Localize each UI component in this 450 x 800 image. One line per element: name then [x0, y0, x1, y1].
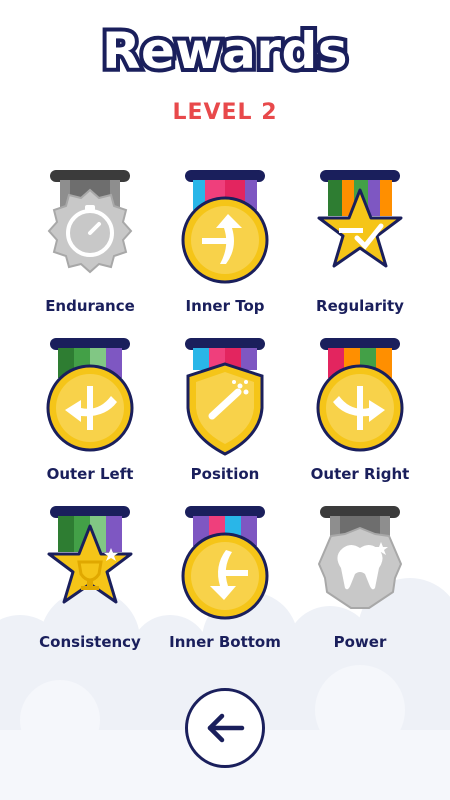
medal-inner-top[interactable]: Inner Top: [160, 168, 290, 328]
medal-label: Inner Bottom: [169, 633, 281, 651]
back-button[interactable]: [185, 688, 265, 768]
medal-label: Consistency: [39, 633, 141, 651]
medal-label: Power: [333, 633, 387, 651]
toothbrush-icon: [185, 338, 265, 456]
arrow-left-icon: [46, 338, 134, 452]
trophy-icon: [47, 506, 133, 604]
medal-power[interactable]: Power: [295, 504, 425, 664]
medal-outer-right[interactable]: Outer Right: [295, 336, 425, 496]
arrow-left-icon: [207, 713, 245, 743]
medal-endurance[interactable]: Endurance: [25, 168, 155, 328]
medal-label: Regularity: [316, 297, 404, 315]
checkmark-icon: [317, 170, 403, 268]
medal-label: Endurance: [45, 297, 135, 315]
page-title: Rewards: [98, 18, 352, 84]
arrow-up-icon: [181, 170, 269, 284]
medal-label: Outer Right: [310, 465, 410, 483]
arrow-down-icon: [181, 506, 269, 620]
medal-position[interactable]: Position: [160, 336, 290, 496]
medal-outer-left[interactable]: Outer Left: [25, 336, 155, 496]
medal-consistency[interactable]: Consistency: [25, 504, 155, 664]
medal-label: Position: [190, 465, 260, 483]
medal-label: Outer Left: [46, 465, 134, 483]
medal-regularity[interactable]: Regularity: [295, 168, 425, 328]
medal-label: Inner Top: [185, 297, 265, 315]
stopwatch-icon: [47, 170, 133, 274]
level-label: LEVEL 2: [172, 100, 278, 125]
tooth-icon: [318, 506, 402, 609]
medal-inner-bottom[interactable]: Inner Bottom: [160, 504, 290, 664]
arrow-right-icon: [316, 338, 404, 452]
